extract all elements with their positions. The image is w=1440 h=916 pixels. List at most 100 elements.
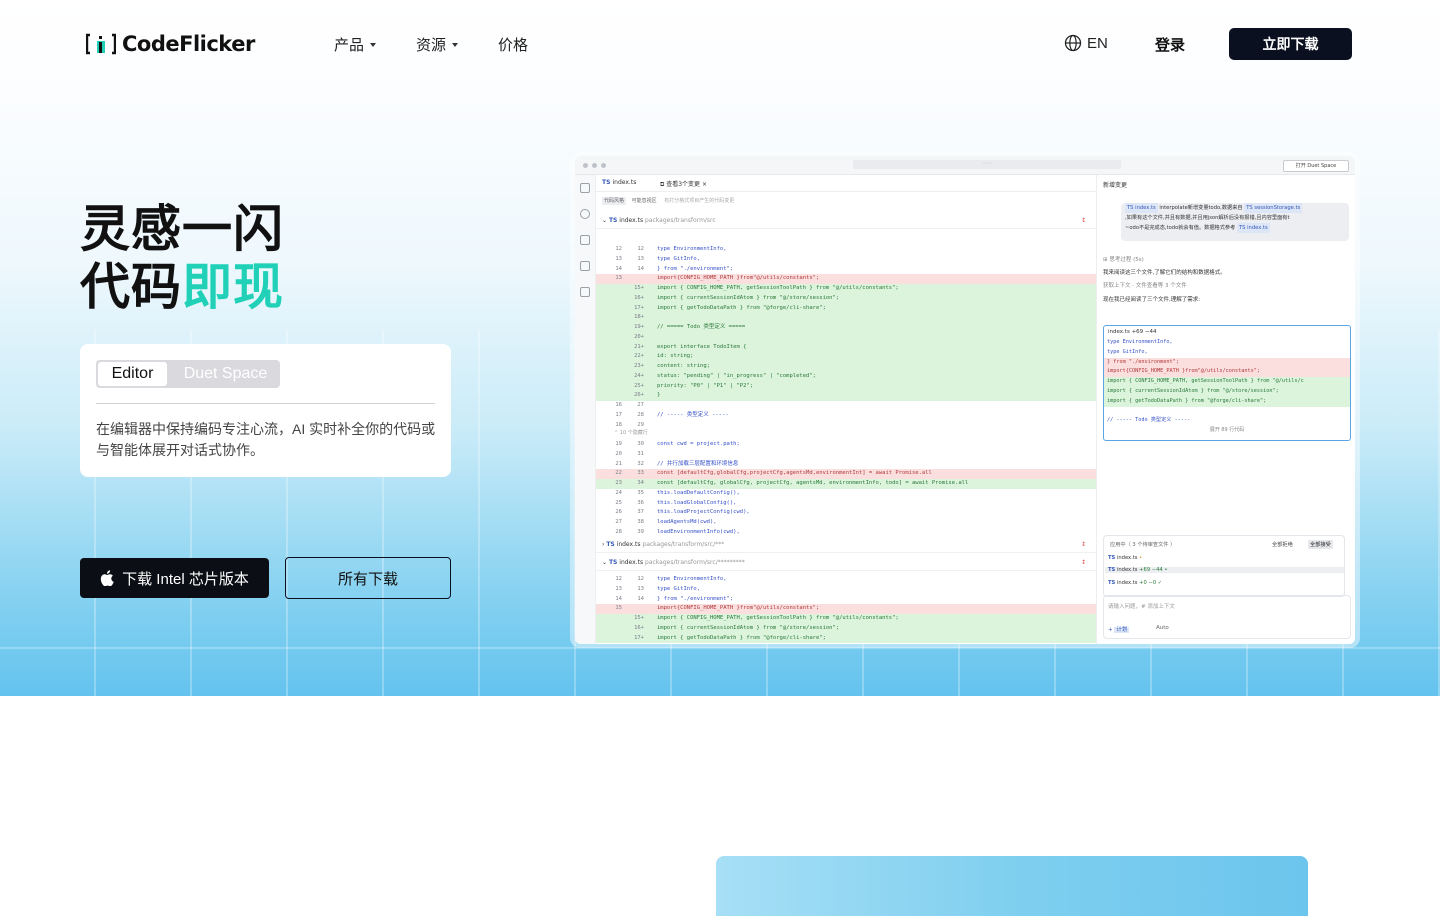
mode-description: 在编辑器中保持编码专注心流，AI 实时补全你的代码或与智能体展开对话式协作。 (96, 421, 436, 458)
language-label: EN (1087, 34, 1108, 52)
editor-tab-label: 查看3个变更 (666, 181, 701, 188)
code-line: 25 36 this.loadGlobalConfig(), (596, 499, 1096, 509)
line-number: 12 (615, 576, 622, 582)
all-downloads-button[interactable]: 所有下载 (285, 557, 451, 599)
diff-file-header: › TS index.ts packages/transform/src/***… (596, 541, 1096, 553)
code-line: 21+ export interface TodoItem { (596, 342, 1096, 353)
pending-file-delta: • (1139, 555, 1143, 561)
message-text: ,如果有这个文件,并且有数据,并且用json解析后没有报错,且内容里面有t (1125, 215, 1290, 221)
diff-code-block: 12 12 type EnvironmentInfo, 13 13 type GitI… (596, 245, 1096, 430)
diff-file-header: ⌄ TS index.ts packages/transform/src ↕ (596, 217, 1096, 229)
line-number: 17+ (634, 304, 644, 311)
collapsed-label: 10 个隐藏行 (619, 430, 648, 436)
expand-lines: 展开 89 行代码 (1209, 427, 1245, 434)
file-tag: index.ts (1135, 205, 1156, 211)
plan-label: 计划 (1114, 627, 1130, 633)
file-name: index.ts (619, 559, 644, 566)
nav-menu: 产品 资源 价格 (334, 34, 568, 55)
tab-duet-space[interactable]: Duet Space (173, 362, 278, 386)
line-number: 27 (615, 519, 622, 525)
hero-title-plain: 代码 (80, 258, 182, 316)
globe-icon (1064, 34, 1082, 52)
line-number: 14 (615, 595, 622, 602)
file-path: packages/transform/src/*** (642, 541, 725, 548)
logo[interactable]: CodeFlicker (86, 31, 255, 57)
code-line: 16 27 (596, 401, 1096, 411)
code-line: 26 37 this.loadProjectConfig(cwd), (596, 508, 1096, 518)
line-number: 24 (615, 489, 622, 496)
diff-card-line (1104, 407, 1350, 417)
line-number: 26 (615, 509, 622, 516)
pending-file: TS index.ts +69 −44 • (1105, 567, 1344, 573)
code-line: 13 import{CONFIG_HOME_PATH }from"@/utils/… (596, 274, 1096, 284)
code-text: this.loadProjectConfig(cwd), (657, 509, 750, 516)
line-number: 12 (637, 576, 644, 582)
caret-down-icon (370, 42, 377, 47)
line-number: 28 (615, 528, 622, 535)
line-number: 12 (615, 246, 622, 252)
code-text: } from "./environment"; (657, 595, 734, 602)
chat-input: 请输入问题，# 添加上下文 + 计划 Auto (1103, 595, 1351, 639)
line-number: 17+ (634, 634, 644, 641)
line-number: 20 (615, 450, 622, 457)
diff-code-block: 12 12 type EnvironmentInfo, 13 13 type GitI… (596, 575, 1096, 644)
window-dot (601, 163, 606, 168)
download-intel-button[interactable]: 下载 Intel 芯片版本 (80, 558, 269, 598)
line-number: 23+ (634, 363, 644, 369)
code-text: priority: "P0" | "P1" | "P2"; (657, 382, 754, 389)
nav-item-pricing[interactable]: 价格 (498, 34, 528, 55)
applying-label: 应用中（ 3 个待审查文件 ） (1110, 542, 1176, 548)
file-name: index.ts (619, 217, 644, 224)
code-line: 13 13 type GitInfo, (596, 585, 1096, 595)
pending-file-name: index.ts (1116, 580, 1138, 586)
diff-card-line: // ----- Todo 类型定义 ----- (1107, 417, 1191, 424)
code-line: 21 32 // 并行加载三层配置和环境信息 (596, 460, 1096, 470)
code-line: 18+ (596, 313, 1096, 323)
download-now-button[interactable]: 立即下载 (1229, 28, 1352, 60)
code-text: type EnvironmentInfo, (657, 246, 727, 252)
code-line: 16+ import { currentSessionIdAtom } from … (596, 623, 1096, 634)
line-number: 25 (615, 499, 622, 506)
line-number: 21+ (634, 343, 644, 350)
mode-card: Editor Duet Space 在编辑器中保持编码专注心流，AI 实时补全你… (80, 344, 451, 477)
hero-section: CodeFlicker 产品 资源 价格 EN 登录 立即下载 灵感一闪 代码即… (0, 0, 1440, 696)
code-text: import { CONFIG_HOME_PATH, getSessionToo… (657, 285, 899, 291)
line-number: 21 (615, 460, 622, 467)
login-link[interactable]: 登录 (1155, 34, 1185, 55)
line-number: 34 (637, 480, 644, 486)
line-number: 14 (637, 595, 644, 602)
code-line: 18 29 (596, 421, 1096, 431)
code-line: 26+} (596, 391, 1096, 401)
line-number: 12 (637, 246, 644, 252)
code-text: import { getTodoDataPath } from "@forge/… (657, 304, 826, 311)
tab-editor[interactable]: Editor (98, 362, 167, 386)
thinking-label: ⊞ 思考过程 (5s) (1103, 257, 1144, 263)
diff-card-lines: type EnvironmentInfo, type GitInfo,} fro… (1104, 338, 1350, 426)
nav-item-resources[interactable]: 资源 (416, 34, 459, 55)
hero-title: 灵感一闪 代码即现 (80, 200, 284, 316)
subtab: 代码风格 (602, 197, 627, 205)
logo-mark-icon (86, 33, 116, 55)
code-line: 15 import{CONFIG_HOME_PATH }from"@/utils/… (596, 604, 1096, 614)
code-line: 17+ import { getTodoDataPath } from "@for… (596, 303, 1096, 314)
pending-file-delta: +0 −0 ✓ (1139, 580, 1163, 586)
nav-item-product[interactable]: 产品 (334, 34, 377, 55)
divider (96, 403, 435, 404)
subtab: 有打分格式项目产生的代码变更 (664, 198, 735, 204)
line-number: 14 (615, 265, 622, 272)
line-number: 23 (615, 480, 622, 486)
line-number: 33 (637, 470, 644, 477)
language-switcher[interactable]: EN (1064, 34, 1108, 52)
chat-input-placeholder: 请输入问题，# 添加上下文 (1108, 604, 1175, 610)
line-number: 13 (615, 585, 622, 592)
code-text: const [defaultCfg, globalCfg, projectCfg… (657, 480, 969, 486)
code-text: const [defaultCfg,globalCfg,projectCfg,a… (657, 470, 932, 477)
files-icon (580, 183, 590, 193)
line-number: 27 (637, 402, 644, 408)
code-text: // ===== Todo 类型定义 ===== (657, 324, 746, 330)
pending-file-name: index.ts (1116, 567, 1138, 573)
hero-title-line2: 代码即现 (80, 258, 284, 316)
nav-item-label: 产品 (334, 37, 365, 54)
code-text: content: string; (657, 363, 710, 369)
assistant-line: 现在我已经阅读了三个文件,理解了需求: (1103, 297, 1201, 303)
